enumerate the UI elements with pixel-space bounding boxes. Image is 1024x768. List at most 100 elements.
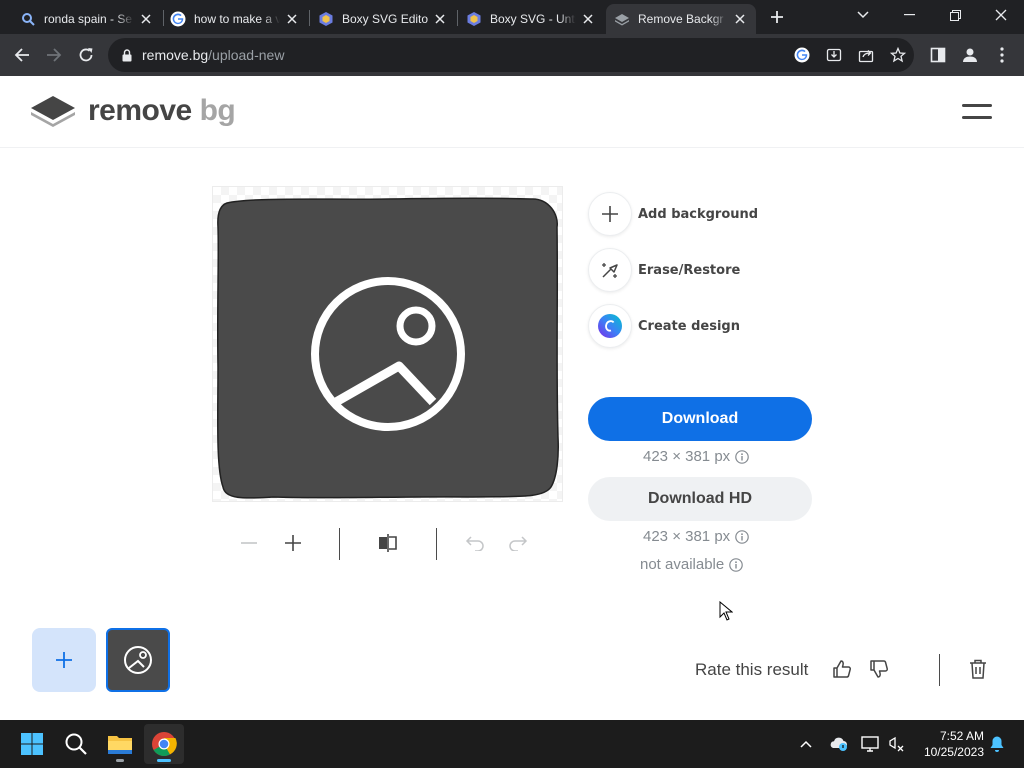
restore-icon[interactable]	[932, 0, 978, 30]
reload-button[interactable]	[70, 39, 102, 71]
taskbar-clock[interactable]: 7:52 AM 10/25/2023	[914, 728, 984, 760]
undo-icon[interactable]	[462, 530, 488, 556]
removebg-icon	[614, 11, 630, 27]
tab-search-chevron-icon[interactable]	[840, 0, 886, 30]
info-icon[interactable]	[735, 529, 749, 544]
tab-boxy-svg-untitled[interactable]: Boxy SVG - Unti	[458, 4, 604, 34]
tab-title: Remove Backgr	[638, 12, 724, 26]
tab-title: ronda spain - Se	[44, 12, 133, 26]
download-hd-size-info: 423 × 381 px	[643, 528, 749, 545]
tab-how-to-make[interactable]: how to make a v	[162, 4, 308, 34]
taskbar-search-icon[interactable]	[56, 724, 96, 764]
tab-title: how to make a v	[194, 12, 280, 26]
forward-button[interactable]	[38, 39, 70, 71]
notification-bell-icon[interactable]	[987, 734, 1007, 754]
download-size-info: 423 × 381 px	[643, 448, 749, 465]
erase-restore-button[interactable]: Erase/Restore	[588, 248, 740, 292]
upload-image-button[interactable]	[32, 628, 96, 692]
boxy-svg-icon	[466, 11, 482, 27]
clock-time: 7:52 AM	[939, 729, 984, 743]
rate-result-label: Rate this result	[695, 660, 809, 679]
tray-chevron-up-icon[interactable]	[796, 734, 816, 754]
download-hd-button[interactable]: Download HD	[588, 477, 812, 521]
display-icon[interactable]	[860, 734, 880, 754]
removebg-logo[interactable]: remove bg	[30, 94, 236, 128]
window-close-icon[interactable]	[978, 0, 1024, 30]
canva-icon	[588, 304, 632, 348]
download-button[interactable]: Download	[588, 397, 812, 441]
mouse-cursor	[719, 600, 734, 621]
magic-brush-icon	[588, 248, 632, 292]
minimize-icon[interactable]	[886, 0, 932, 30]
file-explorer-icon[interactable]	[100, 724, 140, 764]
install-app-icon[interactable]	[825, 46, 843, 64]
download-hd-size: 423 × 381 px	[643, 528, 731, 545]
divider	[339, 528, 340, 560]
windows-start-icon[interactable]	[12, 724, 52, 764]
network-muted-icon[interactable]	[886, 734, 906, 754]
close-icon[interactable]	[138, 11, 154, 27]
bookmark-star-icon[interactable]	[889, 46, 907, 64]
erase-restore-label: Erase/Restore	[638, 262, 741, 278]
info-icon[interactable]	[735, 449, 749, 464]
plus-icon	[588, 192, 632, 236]
new-tab-button[interactable]	[766, 6, 788, 28]
chrome-taskbar-icon[interactable]	[144, 724, 184, 764]
divider	[939, 654, 940, 686]
back-button[interactable]	[6, 39, 38, 71]
close-icon[interactable]	[284, 11, 300, 27]
google-lens-icon[interactable]	[793, 46, 811, 64]
logo-text: remove bg	[88, 94, 236, 128]
tab-remove-background[interactable]: Remove Backgr	[606, 4, 756, 34]
windows-taskbar: 7:52 AM 10/25/2023	[0, 720, 1024, 768]
onedrive-icon[interactable]	[829, 734, 849, 754]
running-indicator	[116, 759, 124, 762]
image-preview[interactable]	[212, 186, 563, 502]
zoom-in-icon[interactable]	[280, 530, 306, 556]
thumbs-up-icon[interactable]	[829, 656, 855, 682]
divider	[436, 528, 437, 560]
add-background-label: Add background	[638, 206, 759, 222]
close-icon[interactable]	[580, 11, 596, 27]
hamburger-menu-button[interactable]	[962, 102, 992, 122]
site-header: remove bg	[0, 76, 1024, 148]
download-hd-availability: not available	[640, 556, 744, 573]
plus-icon	[56, 652, 72, 668]
share-icon[interactable]	[857, 46, 875, 64]
tab-title: Boxy SVG - Unti	[490, 12, 576, 26]
tab-ronda-spain[interactable]: ronda spain - Se	[12, 4, 162, 34]
image-placeholder-icon	[124, 646, 152, 674]
profile-icon[interactable]	[959, 44, 981, 66]
result-image	[216, 197, 559, 499]
close-icon[interactable]	[432, 11, 448, 27]
logo-text-main: remove	[88, 94, 192, 127]
kebab-menu-icon[interactable]	[991, 44, 1013, 66]
thumbs-down-icon[interactable]	[866, 656, 892, 682]
clock-date: 10/25/2023	[923, 745, 984, 759]
trash-icon[interactable]	[965, 656, 991, 682]
image-thumbnail[interactable]	[106, 628, 170, 692]
redo-icon[interactable]	[505, 530, 531, 556]
download-size: 423 × 381 px	[643, 448, 731, 465]
image-edit-toolbar	[230, 528, 540, 560]
availability-text: not available	[640, 556, 725, 573]
compare-original-icon[interactable]	[375, 530, 401, 556]
page-content: remove bg Add background Erase/Restore C…	[0, 76, 1024, 720]
lock-icon[interactable]	[120, 48, 134, 62]
zoom-out-icon[interactable]	[236, 530, 262, 556]
url-text: remove.bg/upload-new	[142, 47, 284, 63]
close-icon[interactable]	[732, 11, 748, 27]
active-indicator	[157, 759, 171, 762]
tab-title: Boxy SVG Editor	[342, 12, 428, 26]
search-icon	[20, 11, 36, 27]
side-panel-icon[interactable]	[927, 44, 949, 66]
tab-boxy-svg-editor[interactable]: Boxy SVG Editor	[310, 4, 456, 34]
create-design-button[interactable]: Create design	[588, 304, 740, 348]
add-background-button[interactable]: Add background	[588, 192, 758, 236]
url-path: /upload-new	[208, 47, 285, 63]
browser-tab-strip: ronda spain - Se how to make a v Boxy SV…	[0, 0, 1024, 34]
hamburger-line	[962, 104, 992, 107]
removebg-logo-icon	[31, 96, 75, 127]
browser-toolbar: remove.bg/upload-new	[0, 34, 1024, 76]
info-icon[interactable]	[729, 557, 744, 572]
